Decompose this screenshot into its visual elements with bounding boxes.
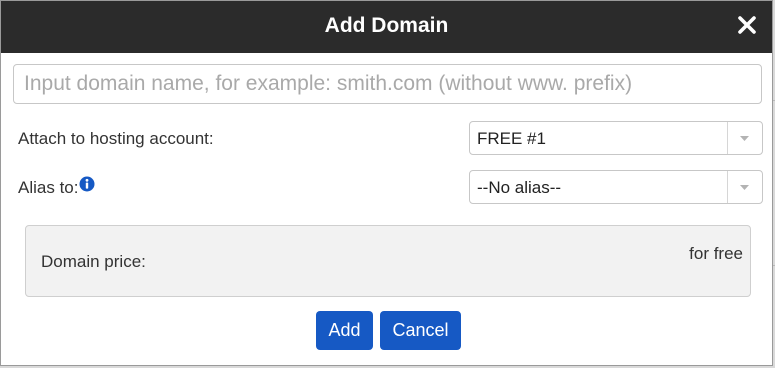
chevron-down-icon bbox=[740, 185, 749, 190]
dialog-title: Add Domain bbox=[324, 14, 449, 37]
domain-price-label: Domain price: bbox=[41, 252, 146, 271]
add-domain-dialog: Add Domain Attach to hosting account: FR… bbox=[0, 0, 773, 366]
add-button[interactable]: Add bbox=[316, 311, 373, 350]
close-icon bbox=[738, 16, 756, 34]
domain-price-value: for free bbox=[689, 244, 743, 263]
alias-dropdown-toggle[interactable] bbox=[727, 171, 762, 203]
dialog-titlebar: Add Domain bbox=[1, 1, 772, 53]
hosting-account-select[interactable]: FREE #1 bbox=[469, 121, 763, 155]
chevron-down-icon bbox=[740, 136, 749, 141]
hosting-account-label: Attach to hosting account: bbox=[18, 129, 214, 148]
cancel-button[interactable]: Cancel bbox=[380, 311, 461, 350]
close-button[interactable] bbox=[734, 12, 760, 38]
alias-value: --No alias-- bbox=[477, 178, 562, 197]
hosting-account-value: FREE #1 bbox=[477, 129, 546, 148]
info-icon[interactable] bbox=[79, 176, 95, 192]
alias-label: Alias to: bbox=[18, 178, 79, 197]
alias-select[interactable]: --No alias-- bbox=[469, 170, 763, 204]
alias-label-row: Alias to: bbox=[18, 176, 95, 198]
domain-price-panel: Domain price: for free bbox=[25, 225, 751, 297]
domain-name-input[interactable] bbox=[13, 64, 762, 104]
hosting-dropdown-toggle[interactable] bbox=[727, 122, 762, 154]
